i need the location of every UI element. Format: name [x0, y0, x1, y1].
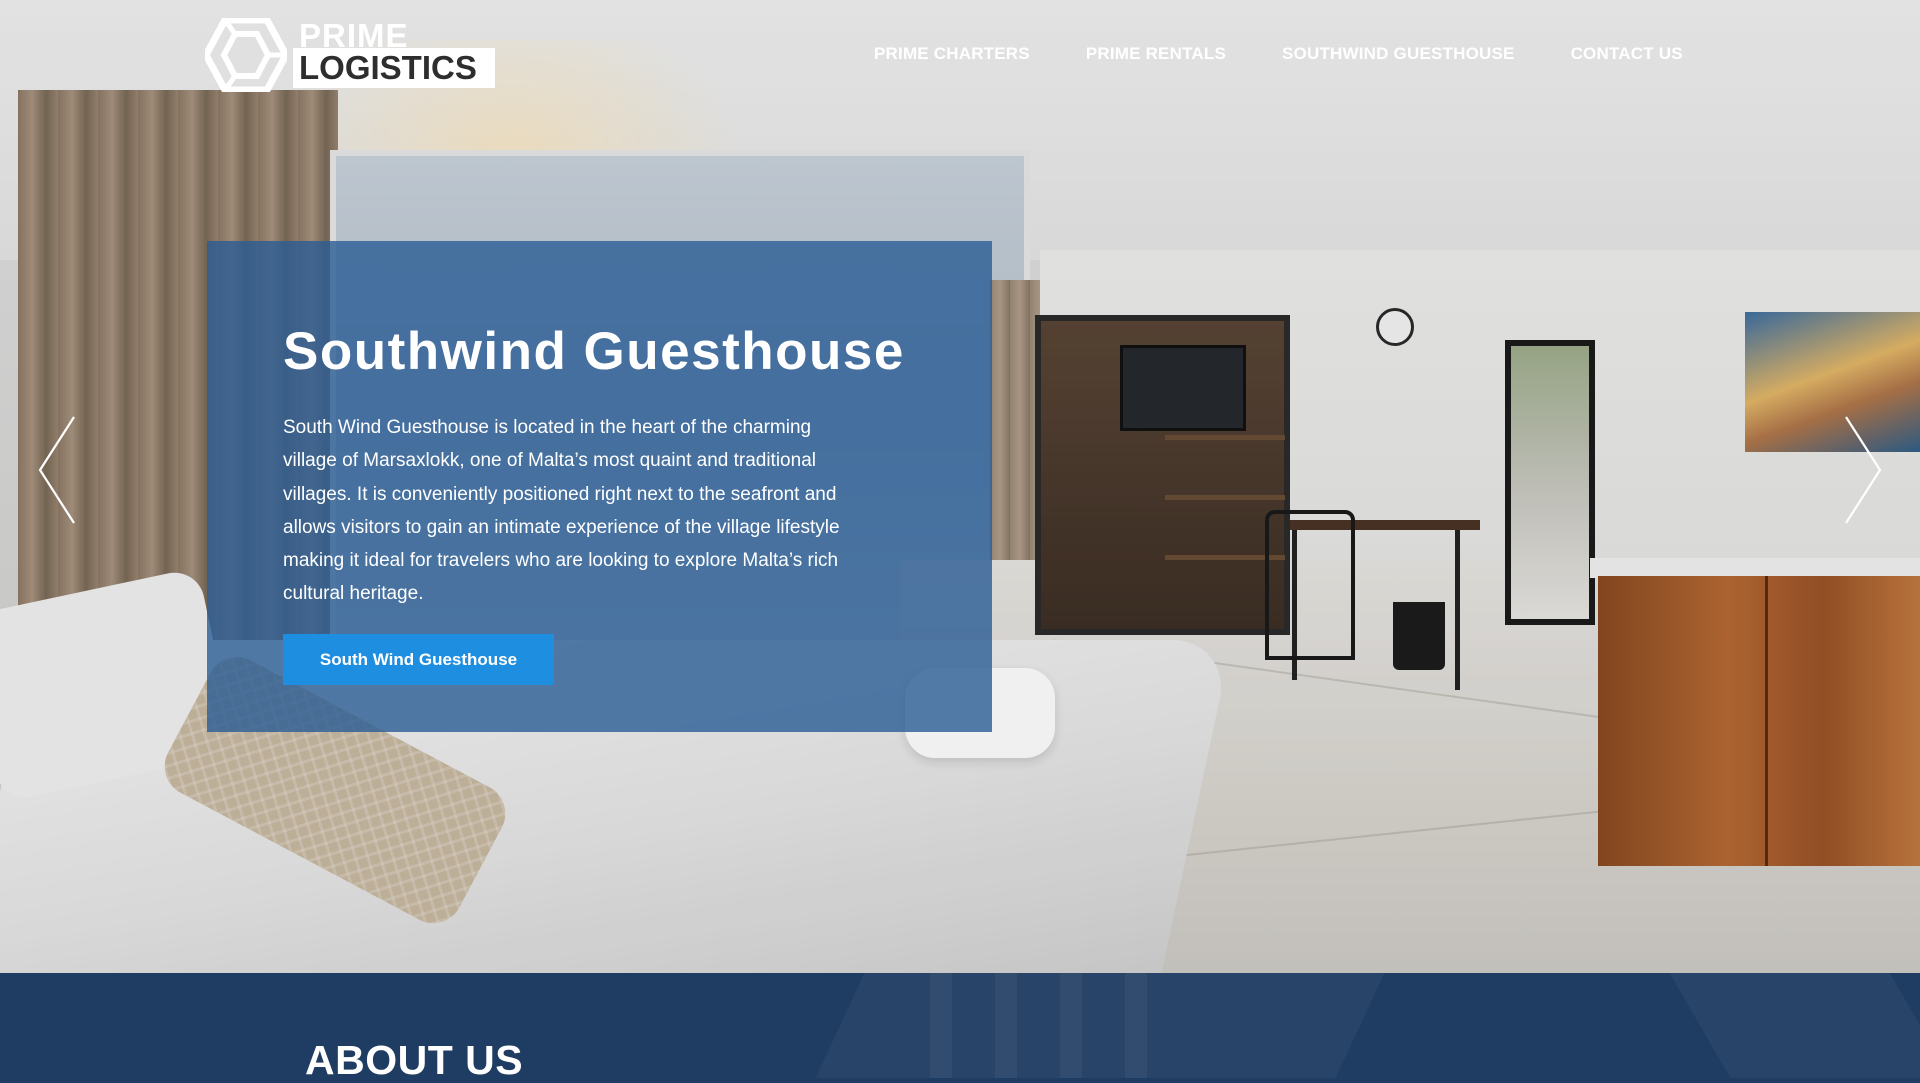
- about-section: [0, 973, 1920, 1078]
- site-header: PRIME LOGISTICS PRIME CHARTERS PRIME REN…: [0, 0, 1920, 110]
- nav-item-prime-charters[interactable]: PRIME CHARTERS: [874, 42, 1030, 66]
- about-us-heading: ABOUT US: [305, 1037, 524, 1083]
- slide-description: South Wind Guesthouse is located in the …: [283, 417, 840, 605]
- main-nav: PRIME CHARTERS PRIME RENTALS SOUTHWIND G…: [874, 42, 1739, 66]
- nav-item-prime-rentals[interactable]: PRIME RENTALS: [1086, 42, 1226, 66]
- nav-item-contact-us[interactable]: CONTACT US: [1571, 42, 1683, 66]
- carousel-next-button[interactable]: [1840, 415, 1884, 525]
- south-wind-guesthouse-button[interactable]: South Wind Guesthouse: [283, 634, 554, 685]
- site-logo[interactable]: PRIME LOGISTICS: [205, 18, 495, 92]
- about-background-graphic: [815, 973, 1385, 1078]
- logo-wordmark-box: LOGISTICS: [293, 48, 495, 88]
- carousel-prev-button[interactable]: [36, 415, 80, 525]
- about-background-graphic: [930, 973, 952, 1078]
- about-background-graphic: [1125, 973, 1147, 1078]
- nav-item-southwind-guesthouse[interactable]: SOUTHWIND GUESTHOUSE: [1282, 42, 1515, 66]
- about-background-graphic: [995, 973, 1017, 1078]
- slide-title: Southwind Guesthouse: [283, 322, 905, 381]
- slide-caption-card: Southwind Guesthouse South Wind Guesthou…: [207, 241, 992, 732]
- chevron-right-icon: [1845, 416, 1882, 524]
- hexagon-logo-icon: [205, 18, 287, 92]
- about-background-graphic: [1060, 973, 1082, 1078]
- logo-wordmark-logistics: LOGISTICS: [299, 49, 477, 86]
- about-background-graphic: [1669, 973, 1920, 1078]
- chevron-left-icon: [38, 416, 75, 524]
